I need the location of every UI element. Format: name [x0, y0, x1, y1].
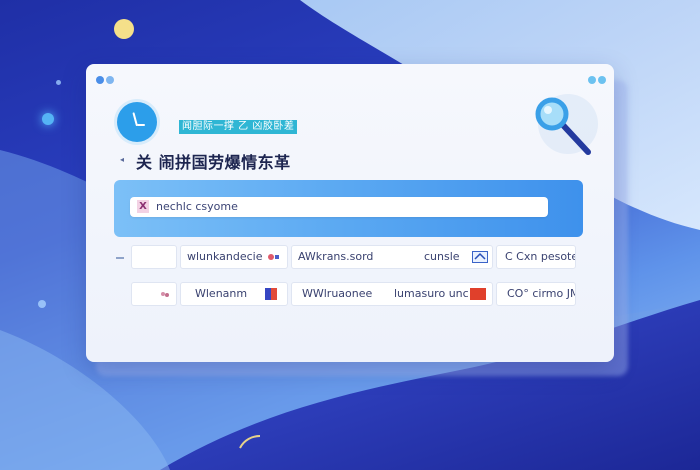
cell-text: WWlruaonee — [302, 287, 373, 300]
card-icon — [472, 251, 488, 263]
cell-text: CO° cirmo JMI — [507, 287, 576, 300]
row-marker — [116, 257, 124, 259]
cell-text: cunsle — [424, 250, 460, 263]
table-cell[interactable]: Wlenanm — [180, 282, 288, 306]
small-bubble — [56, 80, 61, 85]
magnifier-icon — [535, 94, 598, 155]
table-cell[interactable]: CO° cirmo JMI — [496, 282, 576, 306]
illustration-scene: 闻胆际一撑 乙 凶胶卧差 ◂ 关 闹拼国劳爆情东革 X nechlc csyom… — [0, 0, 700, 470]
subtitle-badge: 闻胆际一撑 乙 凶胶卧差 — [179, 120, 298, 134]
cell-text: AWkrans.sord — [298, 250, 374, 263]
back-arrow-icon[interactable]: ◂ — [120, 155, 130, 165]
small-bubble — [38, 300, 46, 308]
clear-icon[interactable]: X — [137, 200, 149, 213]
window-dot — [598, 76, 606, 84]
window-dot — [96, 76, 104, 84]
table-cell[interactable] — [131, 282, 177, 306]
search-band: X nechlc csyome — [114, 180, 583, 237]
table-cell[interactable]: WWlruaonee lumasuro unc — [291, 282, 493, 306]
cell-text: Wlenanm — [195, 287, 248, 300]
small-warning-icon — [161, 292, 169, 297]
yellow-bubble — [114, 19, 134, 39]
window-dot — [106, 76, 114, 84]
search-query: nechlc csyome — [156, 200, 238, 213]
color-block-icon — [265, 288, 277, 300]
page-title: 关 闹拼国劳爆情东革 — [136, 153, 291, 172]
table-cell[interactable] — [131, 245, 177, 269]
search-input[interactable]: X nechlc csyome — [130, 197, 548, 217]
search-card: 闻胆际一撑 乙 凶胶卧差 ◂ 关 闹拼国劳爆情东革 X nechlc csyom… — [86, 64, 614, 362]
swatch-icon — [268, 254, 279, 260]
cell-text: wlunkandecie — [187, 250, 263, 263]
red-block-icon — [470, 288, 486, 300]
cell-text: lumasuro unc — [394, 287, 469, 300]
table-cell[interactable]: C Cxn pesote — [496, 245, 576, 269]
table-cell[interactable]: AWkrans.sord cunsle — [291, 245, 493, 269]
blue-bubble — [42, 113, 54, 125]
table-cell[interactable]: wlunkandecie — [180, 245, 288, 269]
cell-text: C Cxn pesote — [505, 250, 576, 263]
clock-icon — [117, 102, 157, 142]
window-dot — [588, 76, 596, 84]
